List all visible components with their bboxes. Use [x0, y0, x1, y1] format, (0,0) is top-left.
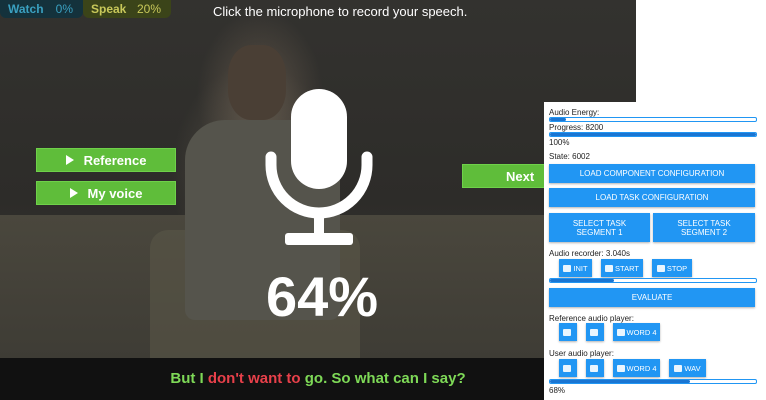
stop-button-label: STOP	[666, 263, 688, 273]
next-button[interactable]: Next	[462, 164, 552, 188]
microphone-icon[interactable]	[263, 87, 375, 247]
save-icon	[674, 364, 683, 372]
user-stop-button[interactable]	[586, 359, 604, 377]
recorder-fill	[550, 279, 614, 282]
audio-energy-fill	[550, 118, 567, 121]
square-icon	[590, 328, 598, 336]
square-icon	[590, 364, 598, 372]
subtitle-part-2: don't want to	[207, 370, 301, 387]
user-play-button[interactable]	[559, 359, 577, 377]
stop-button[interactable]: STOP	[652, 259, 692, 277]
progress-percent: 100%	[549, 138, 570, 147]
reference-stop-button[interactable]	[586, 323, 604, 341]
start-button[interactable]: START	[601, 259, 643, 277]
play-icon	[563, 328, 571, 336]
play-icon	[616, 328, 625, 336]
play-icon	[69, 188, 78, 198]
subtitle-part-1: But I	[170, 370, 208, 387]
user-word4-button[interactable]: WORD 4	[613, 359, 660, 377]
user-audio-fill	[550, 380, 691, 383]
subtitle-text: But I don't want to go. So what can I sa…	[0, 370, 636, 387]
wav-button-label: WAV	[684, 363, 701, 373]
evaluate-button[interactable]: EVALUATE	[549, 288, 755, 307]
audio-recorder-label: Audio recorder: 3.040s	[549, 249, 630, 258]
debug-panel: Audio Energy: Progress: 8200 100% State:…	[544, 102, 766, 400]
tab-speak-percent: 20%	[136, 2, 161, 16]
recorder-bar	[549, 278, 757, 283]
progress-fill	[550, 133, 756, 136]
load-component-button[interactable]: LOAD COMPONENT CONFIGURATION	[549, 164, 755, 183]
reference-word4-label: WORD 4	[626, 327, 657, 337]
reference-play-button[interactable]	[559, 323, 577, 341]
my-voice-button-label: My voice	[87, 185, 143, 201]
tab-watch[interactable]: Watch 0%	[0, 0, 83, 18]
my-voice-button[interactable]: My voice	[36, 181, 176, 205]
microphone-icon	[563, 264, 572, 272]
microphone-icon	[605, 264, 614, 272]
next-button-label: Next	[506, 168, 535, 184]
reference-button[interactable]: Reference	[36, 148, 176, 172]
instruction-text: Click the microphone to record your spee…	[213, 4, 468, 19]
user-audio-percent: 68%	[549, 386, 566, 395]
reference-player-label: Reference audio player:	[549, 314, 634, 323]
tab-watch-label: Watch	[8, 2, 44, 16]
wav-button[interactable]: WAV	[669, 359, 706, 377]
progress-bar	[549, 132, 757, 137]
square-icon	[656, 264, 665, 272]
user-audio-bar	[549, 379, 757, 384]
audio-energy-label: Audio Energy:	[549, 108, 600, 117]
audio-energy-bar	[549, 117, 757, 122]
select-segment-2-button[interactable]: SELECT TASK SEGMENT 2	[653, 213, 755, 242]
load-task-button[interactable]: LOAD TASK CONFIGURATION	[549, 188, 755, 207]
user-player-label: User audio player:	[549, 349, 614, 358]
play-icon	[563, 364, 571, 372]
progress-label: Progress: 8200	[549, 123, 604, 132]
init-button[interactable]: INIT	[559, 259, 592, 277]
subtitle-bar: But I don't want to go. So what can I sa…	[0, 358, 636, 400]
tab-watch-percent: 0%	[55, 2, 73, 16]
reference-word4-button[interactable]: WORD 4	[613, 323, 660, 341]
reference-button-label: Reference	[83, 152, 147, 168]
start-button-label: START	[615, 263, 639, 273]
score-percent: 64%	[265, 265, 379, 328]
tab-speak-label: Speak	[91, 2, 127, 16]
user-word4-label: WORD 4	[626, 363, 657, 373]
tab-speak[interactable]: Speak 20%	[83, 0, 171, 18]
state-label: State: 6002	[549, 152, 590, 161]
select-segment-1-button[interactable]: SELECT TASK SEGMENT 1	[549, 213, 650, 242]
video-stage: Watch 0% Speak 20% Click the microphone …	[0, 0, 636, 400]
subtitle-part-3: go. So what can I say?	[300, 370, 466, 387]
init-button-label: INIT	[573, 263, 588, 273]
play-icon	[65, 155, 74, 165]
play-icon	[616, 364, 625, 372]
